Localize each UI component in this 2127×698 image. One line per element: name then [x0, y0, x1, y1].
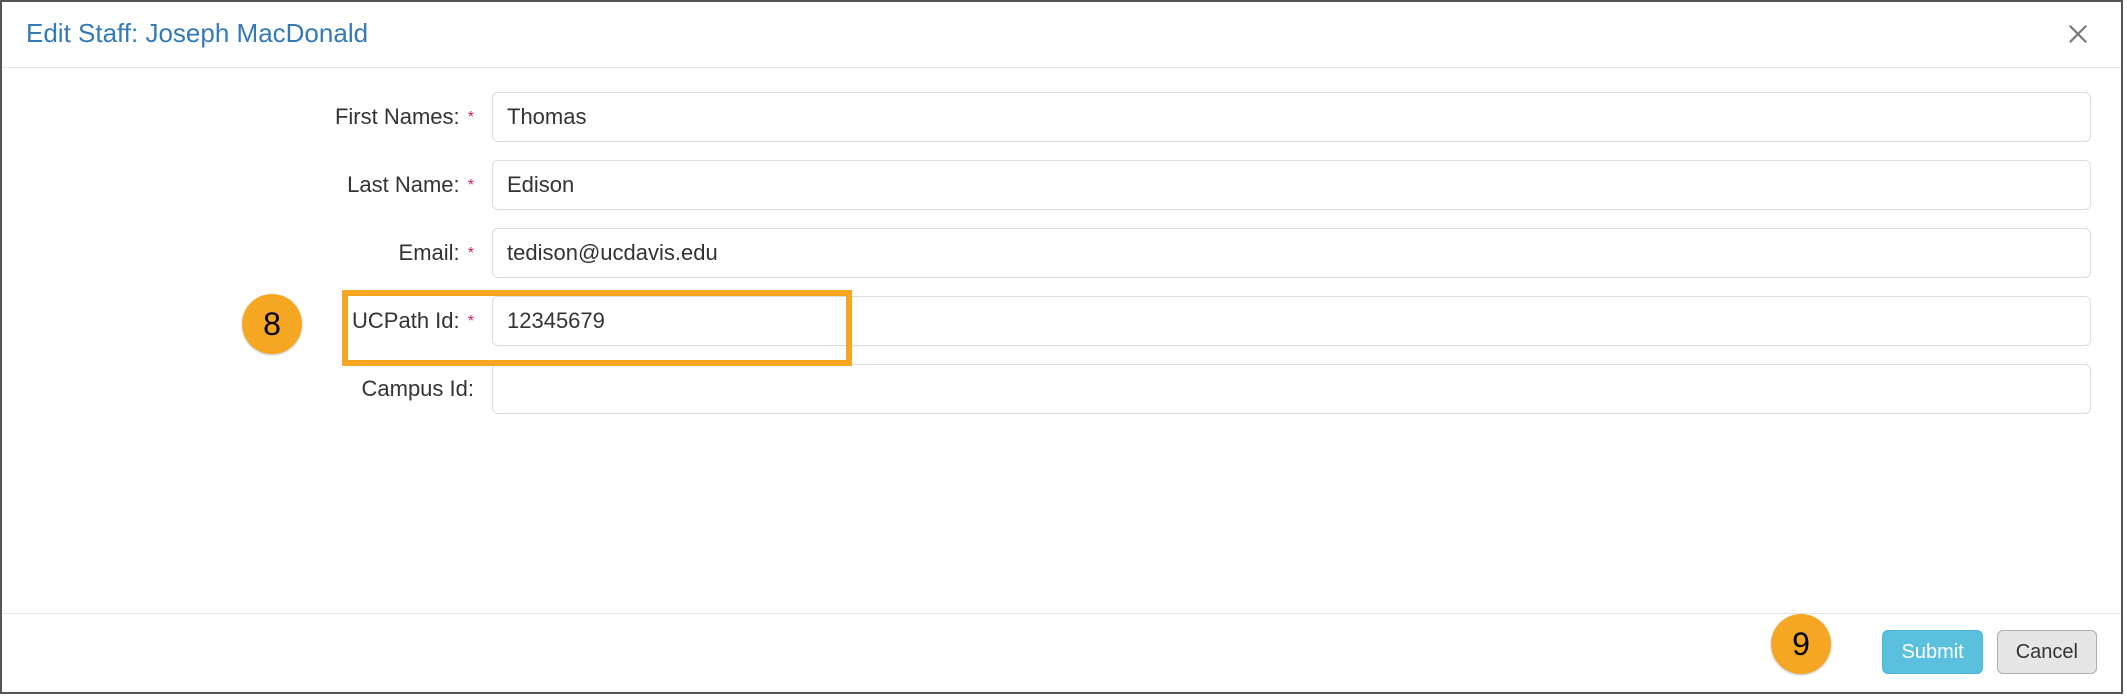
modal-body: First Names: * Last Name: * Email: * UCP…: [2, 68, 2121, 442]
close-button[interactable]: [2059, 21, 2097, 47]
ucpath-id-input[interactable]: [492, 296, 2091, 346]
submit-button[interactable]: Submit: [1882, 630, 1982, 674]
email-label: Email: *: [32, 240, 492, 266]
campus-id-row: Campus Id:: [32, 364, 2091, 414]
close-icon: [2065, 21, 2091, 47]
modal-header: Edit Staff: Joseph MacDonald: [2, 2, 2121, 68]
label-text: Email:: [399, 240, 460, 265]
required-marker: *: [468, 177, 474, 194]
last-name-label: Last Name: *: [32, 172, 492, 198]
email-input[interactable]: [492, 228, 2091, 278]
edit-staff-modal: Edit Staff: Joseph MacDonald First Names…: [0, 0, 2123, 694]
email-row: Email: *: [32, 228, 2091, 278]
first-names-row: First Names: *: [32, 92, 2091, 142]
campus-id-label: Campus Id:: [32, 376, 492, 402]
label-text: Last Name:: [347, 172, 460, 197]
label-text: Campus Id:: [362, 376, 475, 401]
step-8-callout: 8: [242, 294, 302, 354]
first-names-input[interactable]: [492, 92, 2091, 142]
last-name-row: Last Name: *: [32, 160, 2091, 210]
required-marker: *: [468, 109, 474, 126]
step-9-callout: 9: [1771, 614, 1831, 674]
label-text: UCPath Id:: [352, 308, 460, 333]
first-names-label: First Names: *: [32, 104, 492, 130]
last-name-input[interactable]: [492, 160, 2091, 210]
label-text: First Names:: [335, 104, 460, 129]
cancel-button[interactable]: Cancel: [1997, 630, 2097, 674]
campus-id-input[interactable]: [492, 364, 2091, 414]
required-marker: *: [468, 313, 474, 330]
ucpath-id-row: UCPath Id: *: [32, 296, 2091, 346]
required-marker: *: [468, 245, 474, 262]
modal-title: Edit Staff: Joseph MacDonald: [26, 18, 368, 49]
